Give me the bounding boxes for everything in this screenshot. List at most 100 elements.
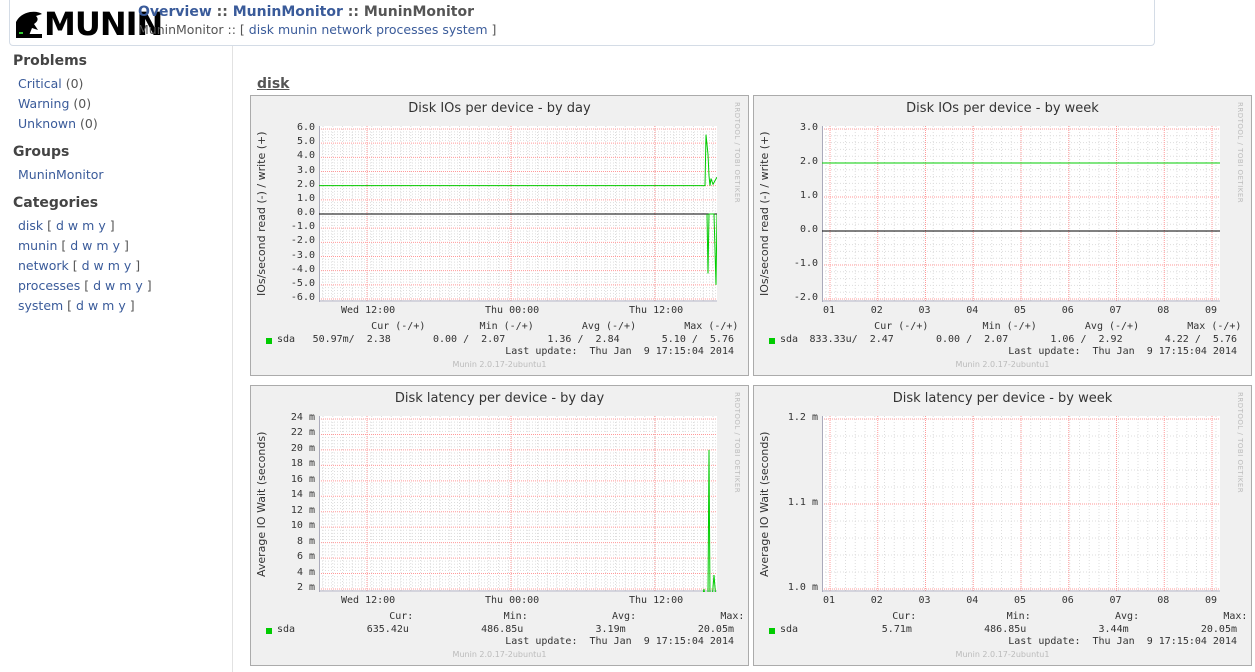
- plot-area: [822, 416, 1220, 592]
- period-link[interactable]: m: [82, 218, 94, 233]
- problems-heading: Problems: [13, 53, 88, 69]
- y-tick-label: 12 m: [290, 504, 315, 516]
- period-bracket: [: [63, 298, 77, 313]
- graph-title: Disk IOs per device - by day: [408, 101, 591, 116]
- x-tick-label: 03: [918, 305, 931, 316]
- period-link[interactable]: y: [118, 298, 125, 313]
- x-tick-label: 05: [1014, 305, 1027, 316]
- y-tick-label: 2.0: [799, 156, 818, 167]
- sidebar-item-critical: Critical (0): [18, 76, 83, 91]
- period-bracket: ]: [142, 278, 152, 293]
- legend-swatch: [769, 338, 775, 344]
- x-tick-label: 03: [918, 595, 931, 606]
- nav-link-network[interactable]: network: [321, 22, 372, 37]
- category-link[interactable]: disk: [18, 218, 43, 233]
- y-tick-label: -6.0: [290, 292, 315, 303]
- nav-link-disk[interactable]: disk: [249, 22, 274, 37]
- x-tick-label: 01: [823, 595, 836, 606]
- period-link[interactable]: w: [88, 298, 98, 313]
- breadcrumb-overview-link[interactable]: Overview: [138, 4, 212, 20]
- y-tick-label: 1.1 m: [787, 497, 818, 508]
- legend-swatch: [769, 628, 775, 634]
- munin-logo[interactable]: MUNIN: [14, 8, 163, 40]
- rrdtool-credit: RRDTOOL / TOBI OETIKER: [733, 392, 741, 494]
- legend-header: Cur: Min: Avg: Max:: [820, 611, 1248, 622]
- period-link[interactable]: d: [70, 238, 78, 253]
- group-link-muninmonitor[interactable]: MuninMonitor: [18, 167, 104, 182]
- period-link[interactable]: d: [93, 278, 101, 293]
- main-content: disk Disk IOs per device - by day RRDTOOL…: [233, 46, 1255, 672]
- critical-link[interactable]: Critical: [18, 76, 62, 91]
- y-tick-label: 10 m: [290, 520, 315, 532]
- period-link[interactable]: w: [94, 258, 104, 273]
- nav-link-processes[interactable]: processes: [376, 22, 438, 37]
- x-tick-label: 02: [870, 305, 883, 316]
- period-link[interactable]: d: [82, 258, 90, 273]
- munin-raven-icon: [16, 11, 42, 38]
- period-link[interactable]: m: [102, 298, 114, 313]
- y-tick-label: 4 m: [296, 566, 315, 578]
- x-tick-label: 07: [1109, 305, 1122, 316]
- category-link[interactable]: processes: [18, 278, 80, 293]
- graph-panel[interactable]: Disk IOs per device - by week RRDTOOL / T…: [753, 95, 1252, 376]
- period-link[interactable]: m: [108, 258, 120, 273]
- nav-bracket-open: :: [: [223, 22, 249, 37]
- period-bracket: [: [68, 258, 82, 273]
- last-update: Last update: Thu Jan 9 17:15:04 2014: [1008, 346, 1237, 357]
- period-link[interactable]: y: [113, 238, 120, 253]
- nav-link-system[interactable]: system: [442, 22, 487, 37]
- y-tick-label: 18 m: [290, 458, 315, 470]
- rrdtool-credit: RRDTOOL / TOBI OETIKER: [1236, 392, 1244, 494]
- unknown-count: (0): [76, 116, 98, 131]
- period-link[interactable]: m: [96, 238, 108, 253]
- section-title-disk[interactable]: disk: [257, 76, 289, 92]
- sidebar-item-category: network [ d w m y ]: [18, 258, 140, 273]
- y-tick-label: 22 m: [290, 427, 315, 439]
- period-link[interactable]: w: [68, 218, 78, 233]
- sidebar-item-group: MuninMonitor: [18, 167, 104, 182]
- unknown-link[interactable]: Unknown: [18, 116, 76, 131]
- y-tick-label: -2.0: [290, 235, 315, 247]
- category-link[interactable]: network: [18, 258, 69, 273]
- period-link[interactable]: d: [76, 298, 84, 313]
- legend-header: Cur (-/+) Min (-/+) Avg (-/+) Max (-/+): [317, 321, 739, 332]
- nav-link-munin[interactable]: munin: [278, 22, 317, 37]
- period-bracket: [: [80, 278, 94, 293]
- period-link[interactable]: y: [98, 218, 105, 233]
- period-link[interactable]: w: [105, 278, 115, 293]
- y-tick-label: 14 m: [290, 489, 315, 501]
- y-tick-label: 3.0: [799, 122, 818, 133]
- period-link[interactable]: w: [82, 238, 92, 253]
- y-tick-label: 20 m: [290, 442, 315, 454]
- graph-svg: [822, 126, 1220, 302]
- sidebar-item-unknown: Unknown (0): [18, 116, 98, 131]
- sidebar-item-category: processes [ d w m y ]: [18, 278, 152, 293]
- legend-values: 635.42u 486.85u 3.19m 20.05m: [366, 624, 734, 635]
- y-tick-label: 1.0: [296, 192, 315, 204]
- sidebar-item-category: system [ d w m y ]: [18, 298, 135, 313]
- breadcrumb-group-link[interactable]: MuninMonitor: [233, 4, 343, 20]
- graph-panel[interactable]: Disk IOs per device - by day RRDTOOL / TO…: [250, 95, 749, 376]
- x-tick-label: 08: [1157, 305, 1170, 316]
- category-link[interactable]: munin: [18, 238, 57, 253]
- graph-panel[interactable]: Disk latency per device - by day RRDTOOL …: [250, 385, 749, 666]
- y-tick-label: 1.0: [799, 190, 818, 201]
- legend-swatch: [266, 338, 272, 344]
- groups-heading: Groups: [13, 144, 70, 160]
- graph-panel[interactable]: Disk latency per device - by week RRDTOOL…: [753, 385, 1252, 666]
- warning-count: (0): [69, 96, 92, 111]
- plot-area: [822, 126, 1220, 302]
- period-bracket: ]: [105, 218, 115, 233]
- y-tick-label: 16 m: [290, 473, 315, 485]
- period-link[interactable]: y: [135, 278, 142, 293]
- period-link[interactable]: m: [119, 278, 131, 293]
- legend-series-name: sda: [277, 334, 296, 345]
- sidebar-item-category: disk [ d w m y ]: [18, 218, 115, 233]
- y-tick-label: 2.0: [296, 178, 315, 190]
- category-link[interactable]: system: [18, 298, 63, 313]
- plot-area: [319, 416, 717, 592]
- warning-link[interactable]: Warning: [18, 96, 69, 111]
- y-tick-label: -1.0: [793, 258, 818, 269]
- y-tick-label: -4.0: [290, 263, 315, 275]
- period-link[interactable]: d: [56, 218, 64, 233]
